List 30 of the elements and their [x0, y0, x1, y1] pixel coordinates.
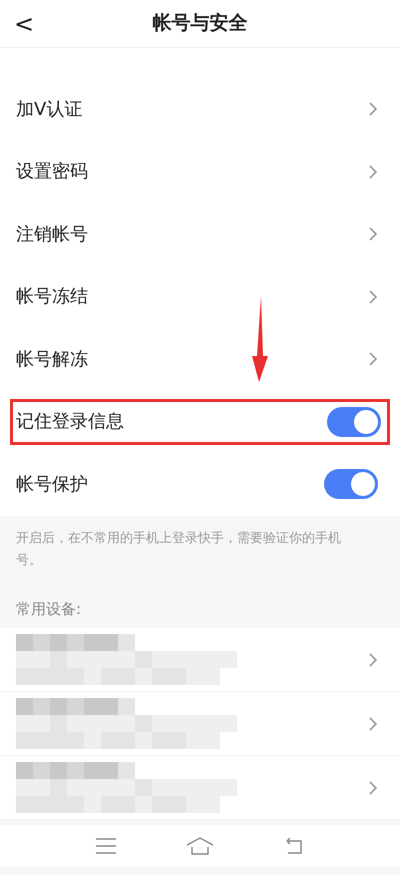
chevron-right-icon	[368, 226, 378, 242]
row-label: 注销帐号	[16, 222, 88, 247]
settings-row[interactable]: 记住登录信息	[0, 390, 400, 453]
row-label: 设置密码	[16, 160, 88, 184]
settings-row[interactable]: 帐号保护	[0, 453, 400, 516]
chevron-right-icon	[368, 288, 378, 305]
note-text: 开启后，在不常用的手机上登录快手，需要验证你的手机号。	[15, 530, 342, 570]
row-label: 帐号冻结	[16, 285, 88, 310]
menu-icon[interactable]	[94, 838, 117, 854]
chevron-right-icon	[368, 101, 378, 118]
chevron-right-icon	[368, 780, 378, 796]
settings-row[interactable]: 加V认证	[0, 78, 400, 140]
row-label: 记住登录信息	[16, 410, 124, 434]
page-title: 帐号与安全	[152, 11, 248, 36]
chevron-right-icon	[368, 164, 378, 180]
settings-row[interactable]: 注销帐号	[0, 203, 400, 266]
back-button[interactable]: <	[10, 6, 38, 42]
row-label: 帐号保护	[16, 472, 88, 497]
row-label: 加V认证	[16, 98, 82, 122]
chevron-right-icon	[368, 652, 378, 668]
chevron-right-icon	[368, 351, 378, 368]
chevron-right-icon	[368, 716, 378, 732]
settings-row[interactable]: 帐号解冻	[0, 328, 400, 390]
home-icon[interactable]	[186, 837, 214, 855]
toggle-switch[interactable]	[324, 469, 378, 500]
settings-row[interactable]: 帐号冻结	[0, 266, 400, 328]
row-label: 帐号解冻	[16, 348, 88, 372]
section-title: 常用设备:	[15, 598, 82, 620]
toggle-switch[interactable]	[327, 406, 381, 437]
settings-row[interactable]: 设置密码	[0, 140, 400, 203]
